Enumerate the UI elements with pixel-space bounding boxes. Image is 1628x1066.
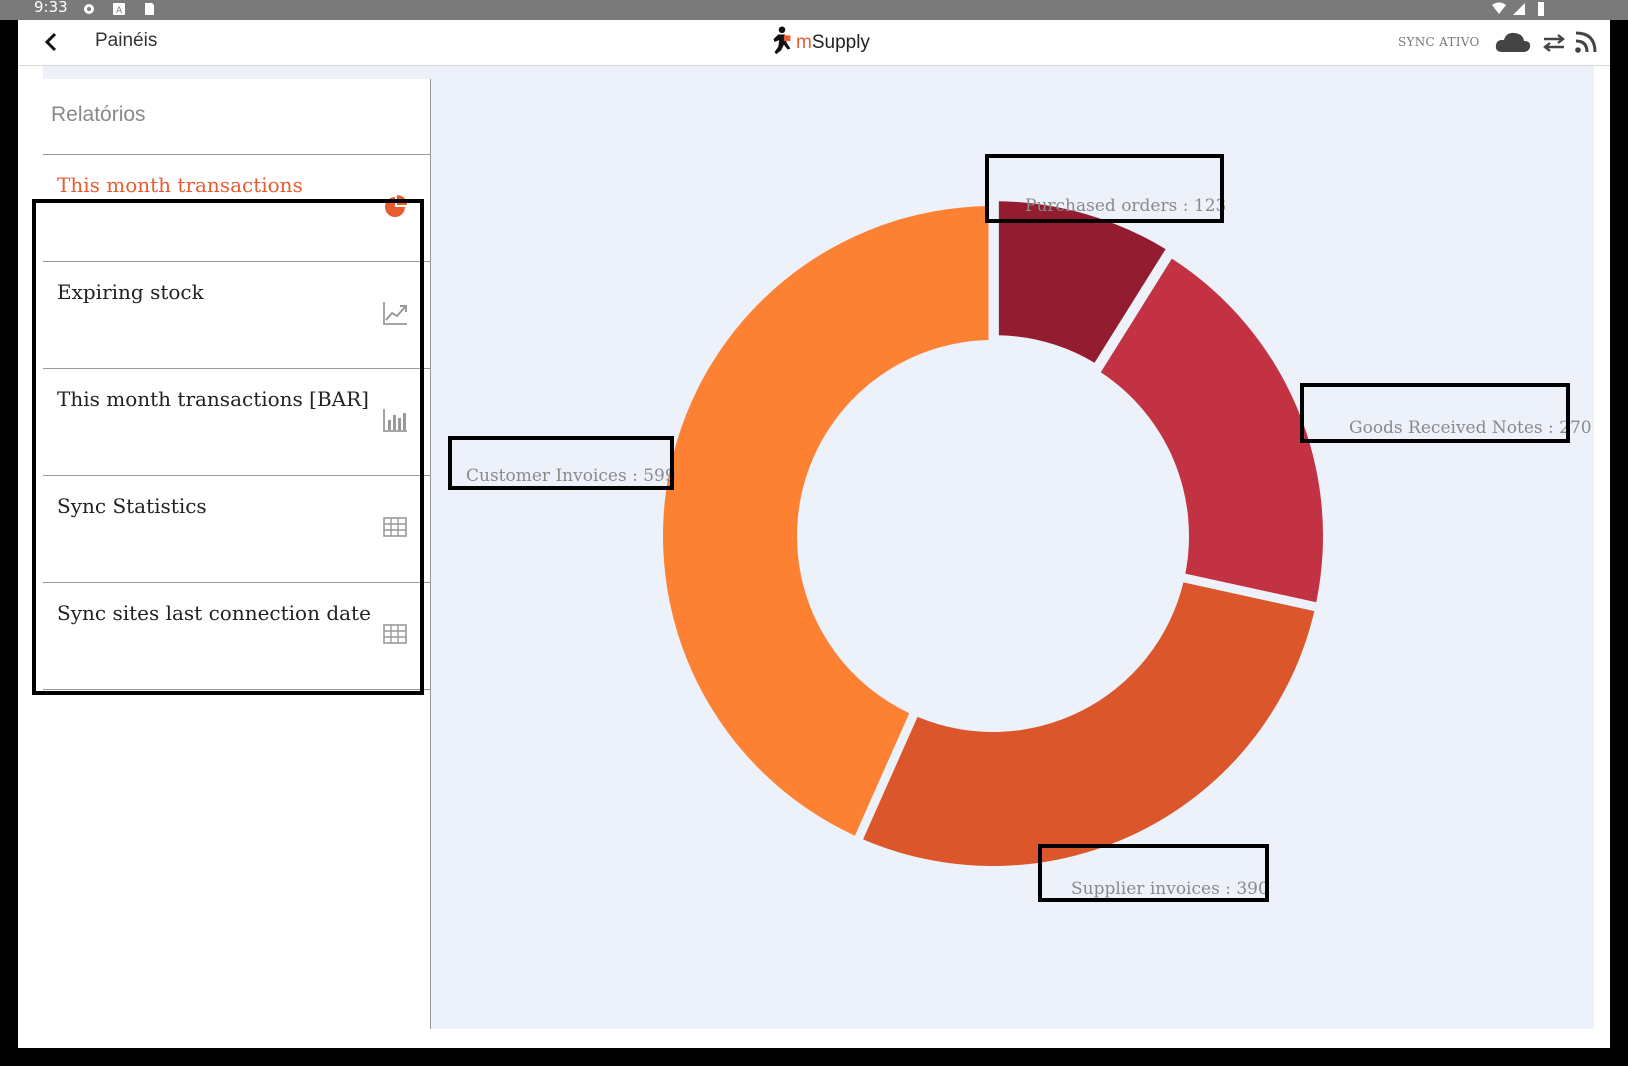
svg-text:A: A (116, 6, 123, 16)
app-window: Painéis mSupply SYNC ATIVO Purchased ord… (18, 20, 1610, 1048)
bar-chart-icon (383, 409, 407, 432)
settings-icon (84, 4, 94, 14)
report-label: This month transactions (57, 173, 303, 197)
donut-slice-supplier-invoices[interactable] (863, 582, 1315, 866)
report-label: Sync Statistics (57, 494, 207, 518)
page-title: Painéis (95, 30, 158, 51)
status-time: 9:33 (34, 0, 68, 16)
line-chart-icon (383, 302, 407, 325)
sync-status-text: SYNC ATIVO (1398, 35, 1480, 49)
report-item-expiring-stock[interactable]: Expiring stock (43, 262, 430, 369)
report-label: Expiring stock (57, 280, 204, 304)
reports-sidebar: Relatórios This month transactions Expir… (43, 79, 431, 1029)
cloud-icon[interactable] (1494, 28, 1532, 56)
report-item-this-month-transactions-bar[interactable]: This month transactions [BAR] (43, 369, 430, 476)
rss-feed-icon[interactable] (1574, 30, 1598, 54)
donut-slice-goods-received-notes[interactable] (1100, 258, 1323, 603)
table-icon (383, 624, 407, 644)
slice-label-goods-received-notes: Goods Received Notes : 270 (1349, 418, 1592, 438)
status-bar: 9:33 A (0, 0, 1628, 20)
slice-label-customer-invoices: Customer Invoices : 599 (466, 466, 676, 486)
report-label: This month transactions [BAR] (57, 387, 369, 411)
chevron-left-icon[interactable] (40, 30, 64, 54)
msupply-logo-icon (773, 26, 791, 55)
wifi-icon (1492, 2, 1506, 14)
sd-card-icon (145, 3, 154, 15)
msupply-logo-text: mSupply (796, 32, 870, 54)
logo-rest: Supply (811, 32, 870, 53)
report-item-sync-statistics[interactable]: Sync Statistics (43, 476, 430, 583)
battery-icon (1538, 2, 1544, 16)
report-item-sync-sites-last-connection-date[interactable]: Sync sites last connection date (43, 583, 430, 690)
sync-arrows-icon[interactable] (1542, 32, 1566, 54)
report-label: Sync sites last connection date (57, 601, 371, 625)
slice-label-purchased-orders: Purchased orders : 123 (1025, 196, 1227, 216)
table-icon (383, 517, 407, 537)
top-bar: Painéis mSupply SYNC ATIVO (18, 20, 1610, 66)
logo-m: m (796, 32, 812, 53)
slice-label-supplier-invoices: Supplier invoices : 390 (1071, 879, 1269, 899)
main-content: Purchased orders : 123 Goods Received No… (18, 66, 1610, 1048)
report-item-this-month-transactions[interactable]: This month transactions (43, 155, 430, 262)
sidebar-title: Relatórios (51, 103, 146, 126)
pie-chart-icon (385, 195, 407, 217)
signal-icon (1513, 3, 1525, 15)
keyboard-a-icon: A (113, 3, 125, 16)
